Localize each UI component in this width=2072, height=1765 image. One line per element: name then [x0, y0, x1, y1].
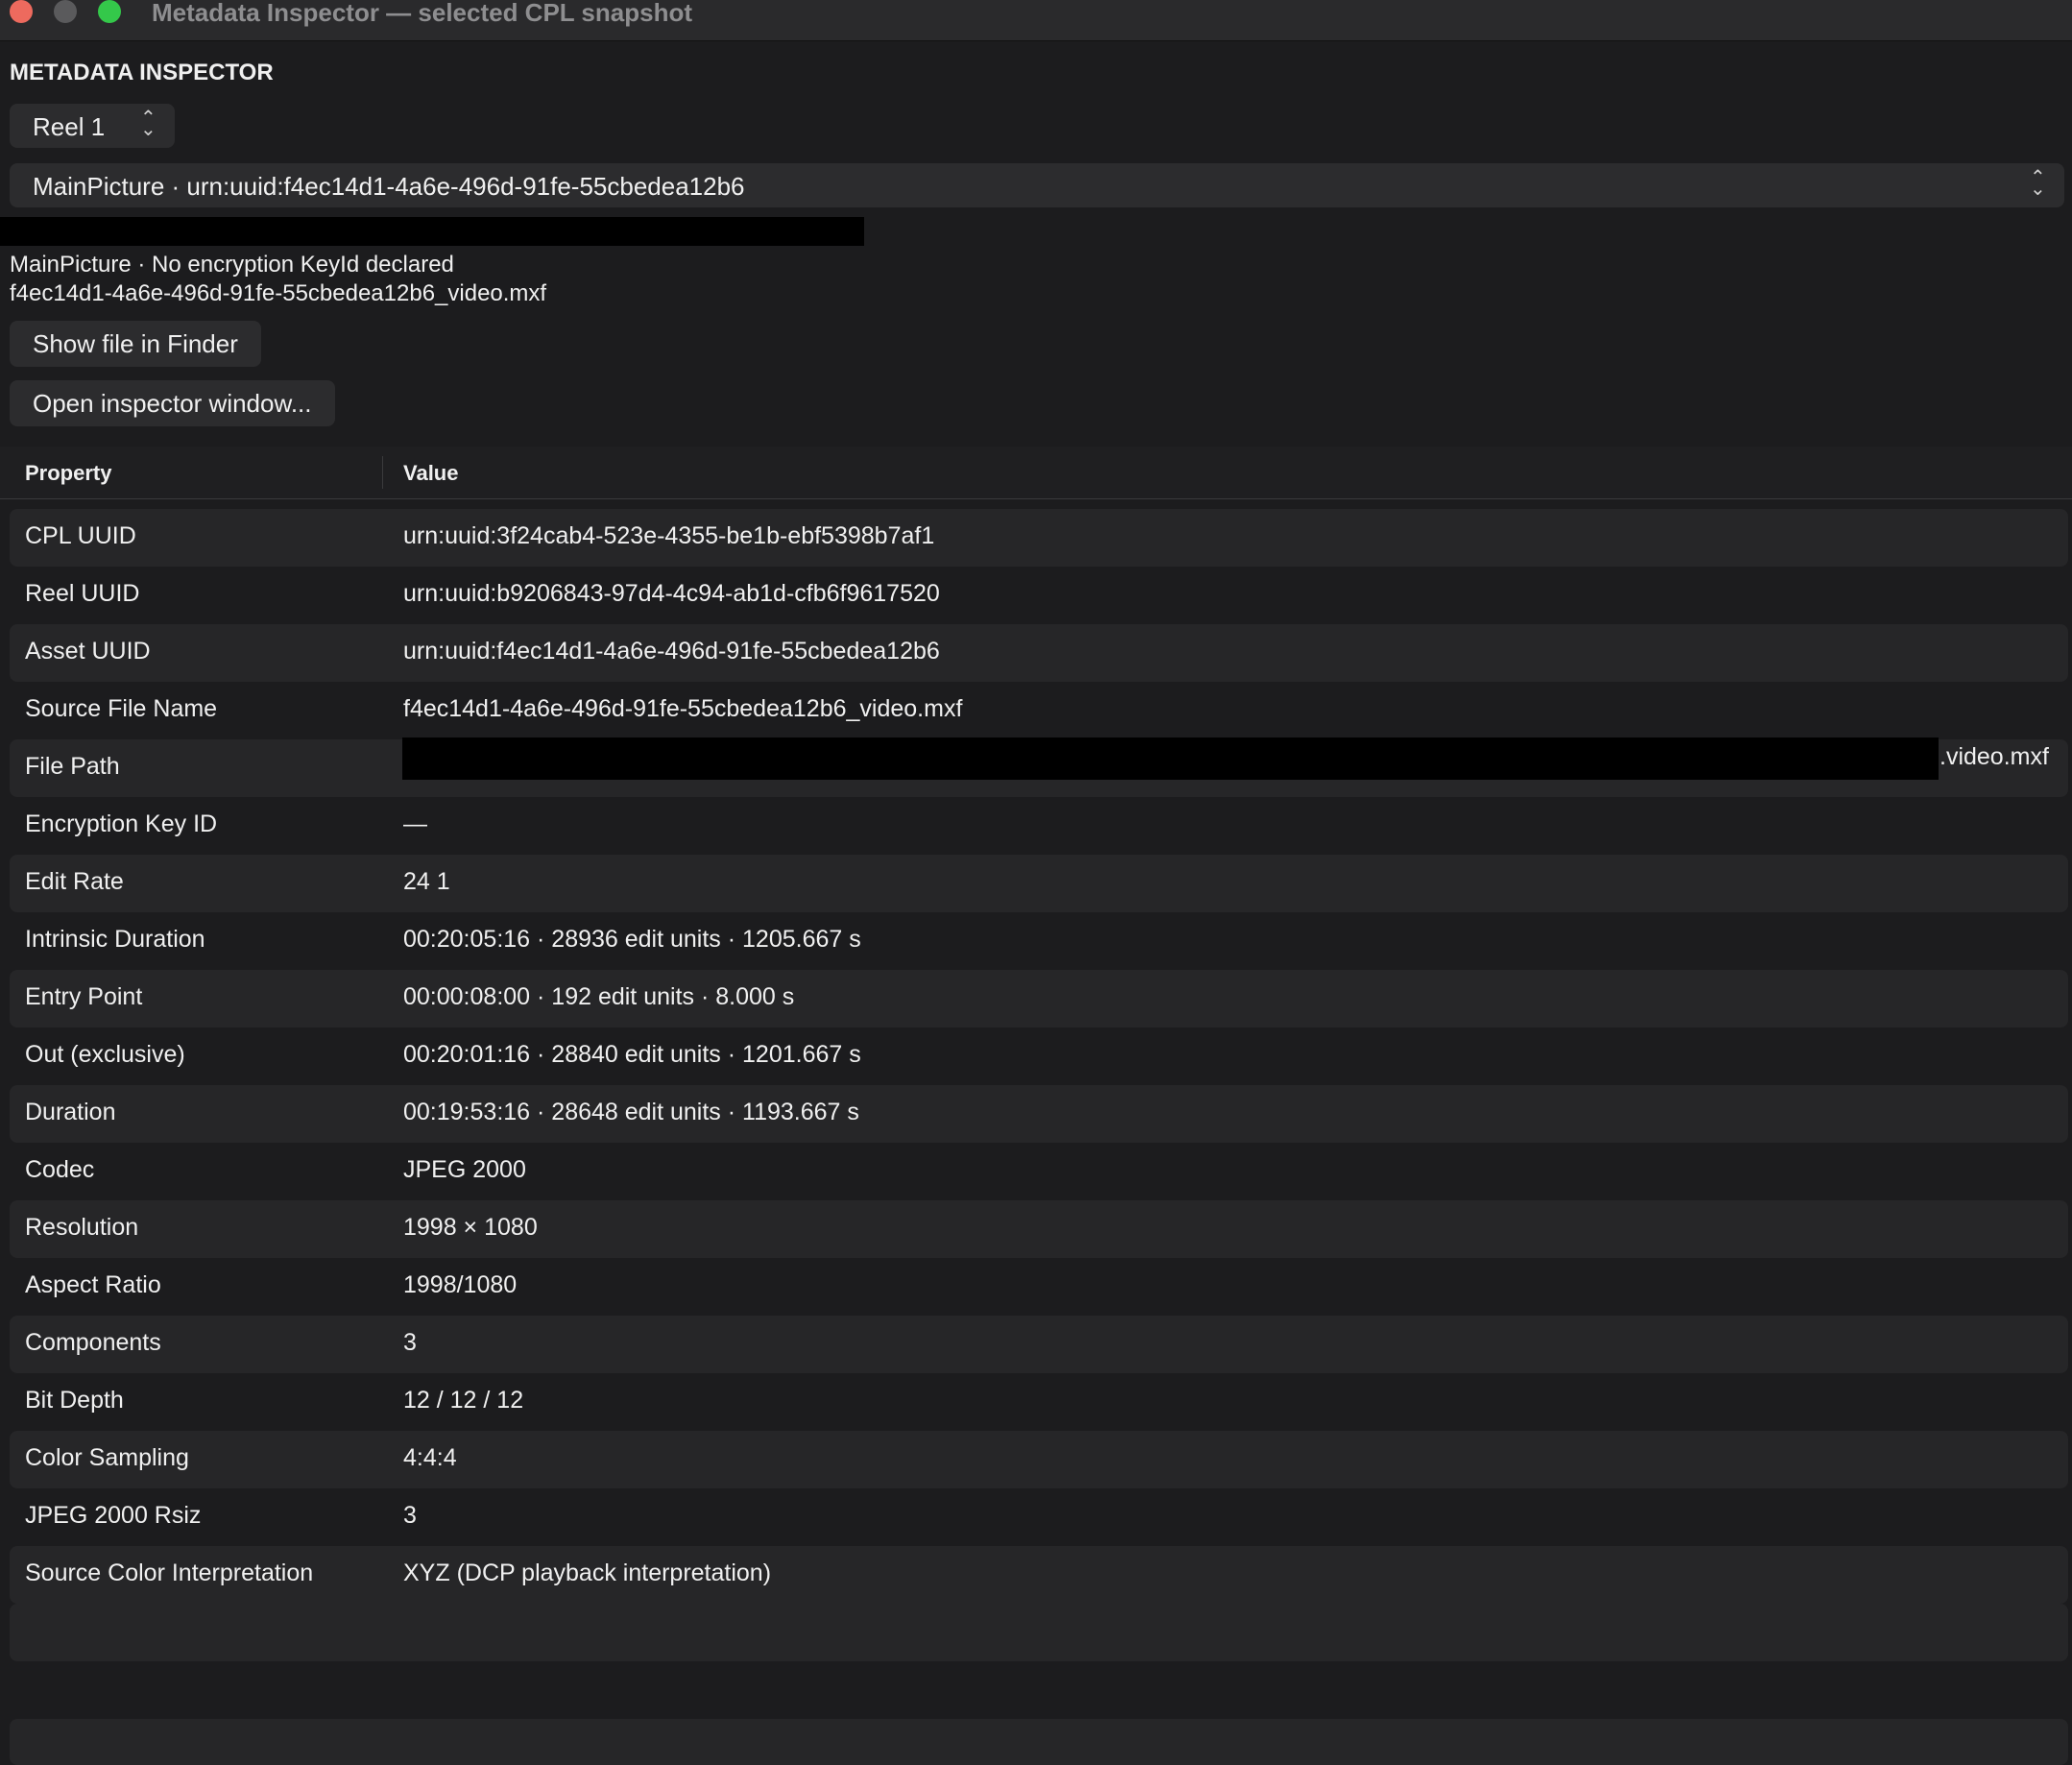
- title-bar: Metadata Inspector — selected CPL snapsh…: [0, 0, 2072, 41]
- column-header-property[interactable]: Property: [25, 461, 111, 486]
- property-cell: Asset UUID: [25, 638, 151, 665]
- table-row[interactable]: Encryption Key ID —: [10, 797, 2068, 855]
- property-cell: Bit Depth: [25, 1387, 124, 1414]
- table-row[interactable]: Edit Rate 24 1: [10, 855, 2068, 912]
- table-row[interactable]: Intrinsic Duration 00:20:05:16 · 28936 ed…: [10, 912, 2068, 970]
- value-cell: 00:00:08:00 · 192 edit units · 8.000 s: [403, 983, 795, 1010]
- value-cell: 12 / 12 / 12: [403, 1387, 524, 1414]
- property-cell: Encryption Key ID: [25, 810, 218, 837]
- property-cell: Intrinsic Duration: [25, 926, 205, 953]
- asset-select[interactable]: MainPicture · urn:uuid:f4ec14d1-4a6e-496…: [10, 163, 2064, 207]
- table-row[interactable]: CPL UUID urn:uuid:3f24cab4-523e-4355-be1b…: [10, 509, 2068, 567]
- empty-table-row: [10, 1719, 2068, 1765]
- empty-table-row: [10, 1604, 2068, 1661]
- table-row[interactable]: Codec JPEG 2000: [10, 1143, 2068, 1200]
- property-cell: Color Sampling: [25, 1444, 189, 1471]
- reel-select[interactable]: Reel 1 ⌃ ⌄: [10, 104, 175, 148]
- redacted-region: [0, 217, 864, 246]
- value-cell: 1998/1080: [403, 1271, 518, 1298]
- value-cell: 00:20:05:16 · 28936 edit units · 1205.66…: [403, 926, 861, 953]
- table-row[interactable]: Resolution 1998 × 1080: [10, 1200, 2068, 1258]
- close-window-button[interactable]: [10, 0, 33, 23]
- property-cell: Out (exclusive): [25, 1041, 185, 1068]
- panel-header: METADATA INSPECTOR: [10, 60, 274, 85]
- property-cell: Source File Name: [25, 695, 218, 722]
- value-cell: urn:uuid:b9206843-97d4-4c94-ab1d-cfb6f96…: [403, 580, 940, 607]
- property-cell: Reel UUID: [25, 580, 140, 607]
- property-cell: Source Color Interpretation: [25, 1559, 314, 1586]
- value-cell: 4:4:4: [403, 1444, 457, 1471]
- table-row[interactable]: Asset UUID urn:uuid:f4ec14d1-4a6e-496d-91…: [10, 624, 2068, 682]
- file-path-suffix: .video.mxf: [1939, 743, 2049, 770]
- table-row[interactable]: Source File Name f4ec14d1-4a6e-496d-91fe-…: [10, 682, 2068, 739]
- metadata-table: CPL UUID urn:uuid:3f24cab4-523e-4355-be1b…: [10, 509, 2068, 1604]
- table-row[interactable]: Bit Depth 12 / 12 / 12: [10, 1373, 2068, 1431]
- table-row[interactable]: Source Color Interpretation XYZ (DCP play…: [10, 1546, 2068, 1604]
- table-row[interactable]: Reel UUID urn:uuid:b9206843-97d4-4c94-ab1…: [10, 567, 2068, 624]
- property-cell: Aspect Ratio: [25, 1271, 161, 1298]
- show-in-finder-button[interactable]: Show file in Finder: [10, 321, 261, 367]
- table-row[interactable]: Aspect Ratio 1998/1080: [10, 1258, 2068, 1316]
- value-cell: XYZ (DCP playback interpretation): [403, 1559, 772, 1586]
- property-cell: Entry Point: [25, 983, 143, 1010]
- asset-select-value: MainPicture · urn:uuid:f4ec14d1-4a6e-496…: [33, 172, 745, 201]
- asset-file-name-text: f4ec14d1-4a6e-496d-91fe-55cbedea12b6_vid…: [10, 280, 547, 306]
- property-cell: Duration: [25, 1099, 116, 1125]
- reel-select-value: Reel 1: [33, 112, 106, 141]
- value-cell: urn:uuid:3f24cab4-523e-4355-be1b-ebf5398…: [403, 522, 935, 549]
- property-cell: CPL UUID: [25, 522, 136, 549]
- table-row[interactable]: Components 3: [10, 1316, 2068, 1373]
- chevron-up-down-icon: ⌃ ⌄: [2030, 167, 2046, 200]
- property-cell: Edit Rate: [25, 868, 124, 895]
- property-cell: JPEG 2000 Rsiz: [25, 1502, 202, 1529]
- encryption-status-text: MainPicture · No encryption KeyId declar…: [10, 252, 454, 278]
- redacted-file-path: [402, 737, 1939, 780]
- property-cell: Codec: [25, 1156, 95, 1183]
- table-row[interactable]: Duration 00:19:53:16 · 28648 edit units ·…: [10, 1085, 2068, 1143]
- zoom-window-button[interactable]: [98, 0, 121, 23]
- table-row[interactable]: Out (exclusive) 00:20:01:16 · 28840 edit …: [10, 1028, 2068, 1085]
- open-inspector-window-button[interactable]: Open inspector window...: [10, 380, 335, 426]
- value-cell: —: [403, 810, 427, 837]
- property-cell: Components: [25, 1329, 161, 1356]
- value-cell: 00:19:53:16 · 28648 edit units · 1193.66…: [403, 1099, 859, 1125]
- value-cell: 3: [403, 1502, 417, 1529]
- value-cell: JPEG 2000: [403, 1156, 526, 1183]
- table-row[interactable]: JPEG 2000 Rsiz 3: [10, 1488, 2068, 1546]
- table-header: Property Value: [0, 447, 2072, 499]
- table-row[interactable]: Entry Point 00:00:08:00 · 192 edit units …: [10, 970, 2068, 1028]
- column-header-value[interactable]: Value: [403, 461, 458, 486]
- value-cell: urn:uuid:f4ec14d1-4a6e-496d-91fe-55cbede…: [403, 638, 940, 665]
- window-title: Metadata Inspector — selected CPL snapsh…: [152, 0, 692, 27]
- value-cell: 00:20:01:16 · 28840 edit units · 1201.66…: [403, 1041, 861, 1068]
- value-cell: 3: [403, 1329, 417, 1356]
- value-cell: f4ec14d1-4a6e-496d-91fe-55cbedea12b6_vid…: [403, 695, 963, 722]
- minimize-window-button[interactable]: [54, 0, 77, 23]
- table-row[interactable]: Color Sampling 4:4:4: [10, 1431, 2068, 1488]
- value-cell: 24 1: [403, 868, 450, 895]
- value-cell: 1998 × 1080: [403, 1214, 538, 1241]
- property-cell: File Path: [25, 753, 120, 780]
- chevron-up-down-icon: ⌃ ⌄: [140, 108, 157, 140]
- column-divider[interactable]: [382, 456, 383, 489]
- property-cell: Resolution: [25, 1214, 139, 1241]
